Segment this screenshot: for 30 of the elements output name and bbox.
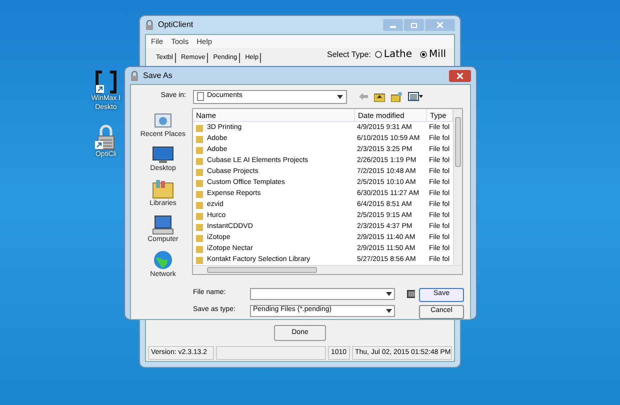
view-menu-icon[interactable] [408, 92, 423, 101]
file-name-field[interactable] [250, 288, 395, 300]
dropdown-arrow-icon [386, 308, 392, 312]
lock-icon [145, 20, 154, 30]
keyboard-icon[interactable] [407, 290, 415, 298]
monitor-icon [152, 146, 174, 164]
lock-icon [130, 70, 139, 80]
select-type-label: Select Type: [327, 48, 371, 60]
document-icon [197, 92, 204, 101]
close-icon [457, 72, 463, 78]
dialog-title: Save As [143, 70, 172, 82]
libraries-folder-icon [152, 179, 174, 199]
close-button[interactable] [449, 70, 471, 82]
window-title: OptiClient [158, 19, 194, 31]
close-icon [437, 22, 443, 28]
computer-icon [152, 214, 174, 234]
dropdown-arrow-icon [386, 292, 392, 296]
dropdown-arrow-icon [337, 94, 343, 98]
radio-button[interactable] [420, 51, 428, 58]
horizontal-scrollbar[interactable] [193, 265, 462, 274]
app-shortcut-icon[interactable] [94, 70, 118, 94]
vertical-scrollbar[interactable] [453, 109, 462, 265]
radio-button[interactable] [374, 51, 382, 58]
up-folder-icon[interactable] [374, 92, 385, 102]
recent-places-icon [152, 112, 173, 130]
maximize-icon [411, 22, 417, 28]
radio-label: Mill [429, 48, 446, 62]
radio-label: Lathe [384, 48, 412, 62]
globe-icon [152, 250, 174, 270]
new-folder-icon[interactable] [391, 92, 402, 102]
